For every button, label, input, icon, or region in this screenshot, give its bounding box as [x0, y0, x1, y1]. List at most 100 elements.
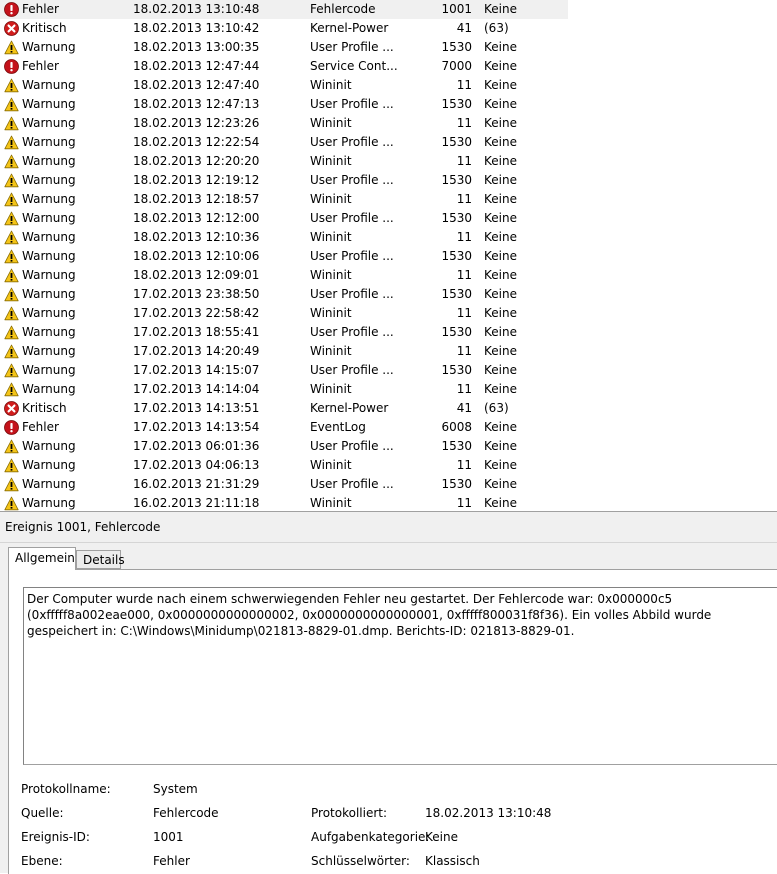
event-row[interactable]: Warnung 17.02.2013 14:20:49 Wininit 11 Keine	[0, 342, 777, 361]
event-source: User Profile ...	[310, 325, 394, 339]
event-row[interactable]: Warnung 18.02.2013 12:10:06 User Profile .…	[0, 247, 777, 266]
event-row[interactable]: Warnung 16.02.2013 21:31:29 User Profile .…	[0, 475, 777, 494]
event-row[interactable]: Warnung 17.02.2013 23:38:50 User Profile .…	[0, 285, 777, 304]
event-row[interactable]: Warnung 18.02.2013 12:18:57 Wininit 11 Keine	[0, 190, 777, 209]
event-source: User Profile ...	[310, 477, 394, 491]
event-row[interactable]: Warnung 17.02.2013 14:14:04 Wininit 11 Keine	[0, 380, 777, 399]
event-date: 17.02.2013 14:13:54	[133, 420, 260, 434]
event-source: Wininit	[310, 116, 352, 130]
keywords-value: Klassisch	[425, 854, 480, 868]
event-row[interactable]: Warnung 17.02.2013 14:15:07 User Profile .…	[0, 361, 777, 380]
event-task-category: Keine	[484, 97, 517, 111]
event-level: Warnung	[22, 325, 76, 339]
event-source: Wininit	[310, 192, 352, 206]
event-row[interactable]: Warnung 18.02.2013 12:10:36 Wininit 11 Keine	[0, 228, 777, 247]
event-row[interactable]: Fehler 18.02.2013 12:47:44 Service Cont...…	[0, 57, 777, 76]
event-level: Warnung	[22, 192, 76, 206]
warning-icon	[4, 439, 19, 454]
event-level: Warnung	[22, 458, 76, 472]
event-source: User Profile ...	[310, 287, 394, 301]
event-task-category: Keine	[484, 363, 517, 377]
event-date: 17.02.2013 18:55:41	[133, 325, 260, 339]
warning-icon	[4, 382, 19, 397]
critical-icon	[4, 21, 19, 36]
event-row[interactable]: Kritisch 17.02.2013 14:13:51 Kernel-Power 4…	[0, 399, 777, 418]
event-row[interactable]: Warnung 18.02.2013 12:09:01 Wininit 11 Keine	[0, 266, 777, 285]
event-row[interactable]: Warnung 18.02.2013 12:19:12 User Profile .…	[0, 171, 777, 190]
event-row[interactable]: Warnung 18.02.2013 12:22:54 User Profile .…	[0, 133, 777, 152]
event-date: 18.02.2013 13:10:42	[133, 21, 260, 35]
event-date: 17.02.2013 14:14:04	[133, 382, 260, 396]
event-date: 17.02.2013 04:06:13	[133, 458, 260, 472]
event-date: 18.02.2013 12:10:06	[133, 249, 260, 263]
event-id: 1530	[441, 287, 472, 301]
tab-details[interactable]: Details	[76, 550, 125, 569]
event-source: User Profile ...	[310, 439, 394, 453]
event-date: 18.02.2013 12:23:26	[133, 116, 260, 130]
event-date: 18.02.2013 13:00:35	[133, 40, 260, 54]
warning-icon	[4, 154, 19, 169]
event-date: 18.02.2013 12:09:01	[133, 268, 260, 282]
warning-icon	[4, 116, 19, 131]
event-level: Warnung	[22, 287, 76, 301]
event-source: Kernel-Power	[310, 21, 389, 35]
event-list[interactable]: Fehler 18.02.2013 13:10:48 Fehlercode 1001 K…	[0, 0, 777, 511]
tab-general[interactable]: Allgemein	[8, 547, 76, 570]
event-row[interactable]: Warnung 16.02.2013 21:11:18 Wininit 11 Keine	[0, 494, 777, 511]
log-name-label: Protokollname:	[21, 782, 111, 796]
event-date: 18.02.2013 12:12:00	[133, 211, 260, 225]
event-source: User Profile ...	[310, 135, 394, 149]
event-id: 41	[456, 401, 472, 415]
event-row[interactable]: Warnung 18.02.2013 13:00:35 User Profile .…	[0, 38, 777, 57]
event-date: 18.02.2013 12:22:54	[133, 135, 260, 149]
warning-icon	[4, 249, 19, 264]
event-row[interactable]: Kritisch 18.02.2013 13:10:42 Kernel-Power 4…	[0, 19, 777, 38]
event-row[interactable]: Warnung 18.02.2013 12:47:40 Wininit 11 Keine	[0, 76, 777, 95]
event-date: 18.02.2013 12:10:36	[133, 230, 260, 244]
warning-icon	[4, 287, 19, 302]
event-date: 18.02.2013 12:18:57	[133, 192, 260, 206]
event-id: 1001	[441, 2, 472, 16]
warning-icon	[4, 344, 19, 359]
event-date: 17.02.2013 06:01:36	[133, 439, 260, 453]
event-date: 18.02.2013 12:47:44	[133, 59, 260, 73]
event-row[interactable]: Warnung 18.02.2013 12:12:00 User Profile .…	[0, 209, 777, 228]
event-row[interactable]: Warnung 18.02.2013 12:20:20 Wininit 11 Keine	[0, 152, 777, 171]
event-row[interactable]: Warnung 17.02.2013 06:01:36 User Profile .…	[0, 437, 777, 456]
task-category-value: Keine	[425, 830, 458, 844]
event-detail-pane: Ereignis 1001, Fehlercode Allgemein Deta…	[0, 511, 777, 874]
event-id: 6008	[441, 420, 472, 434]
event-message[interactable]: Der Computer wurde nach einem schwerwieg…	[23, 587, 777, 765]
event-level: Warnung	[22, 154, 76, 168]
event-id: 1530	[441, 477, 472, 491]
level-value: Fehler	[153, 854, 190, 868]
event-row[interactable]: Fehler 18.02.2013 13:10:48 Fehlercode 1001 K…	[0, 0, 568, 19]
event-row[interactable]: Warnung 18.02.2013 12:23:26 Wininit 11 Keine	[0, 114, 777, 133]
event-id: 1530	[441, 363, 472, 377]
event-id: 11	[456, 192, 472, 206]
event-row[interactable]: Warnung 17.02.2013 04:06:13 Wininit 11 Keine	[0, 456, 777, 475]
event-id: 41	[456, 21, 472, 35]
event-row[interactable]: Warnung 17.02.2013 18:55:41 User Profile .…	[0, 323, 777, 342]
warning-icon	[4, 477, 19, 492]
event-date: 16.02.2013 21:11:18	[133, 496, 260, 510]
event-source: Wininit	[310, 458, 352, 472]
event-id: 11	[456, 154, 472, 168]
event-date: 17.02.2013 22:58:42	[133, 306, 260, 320]
event-date: 17.02.2013 14:15:07	[133, 363, 260, 377]
warning-icon	[4, 40, 19, 55]
event-row[interactable]: Warnung 17.02.2013 22:58:42 Wininit 11 Keine	[0, 304, 777, 323]
warning-icon	[4, 97, 19, 112]
event-row[interactable]: Warnung 18.02.2013 12:47:13 User Profile .…	[0, 95, 777, 114]
event-id: 1530	[441, 249, 472, 263]
event-source: Service Cont...	[310, 59, 398, 73]
event-date: 18.02.2013 12:47:13	[133, 97, 260, 111]
event-level: Kritisch	[22, 21, 67, 35]
event-task-category: Keine	[484, 211, 517, 225]
event-row[interactable]: Fehler 17.02.2013 14:13:54 EventLog 6008 Kei…	[0, 418, 777, 437]
event-source: Wininit	[310, 78, 352, 92]
warning-icon	[4, 306, 19, 321]
event-date: 18.02.2013 12:19:12	[133, 173, 260, 187]
event-task-category: Keine	[484, 40, 517, 54]
event-source: Wininit	[310, 306, 352, 320]
